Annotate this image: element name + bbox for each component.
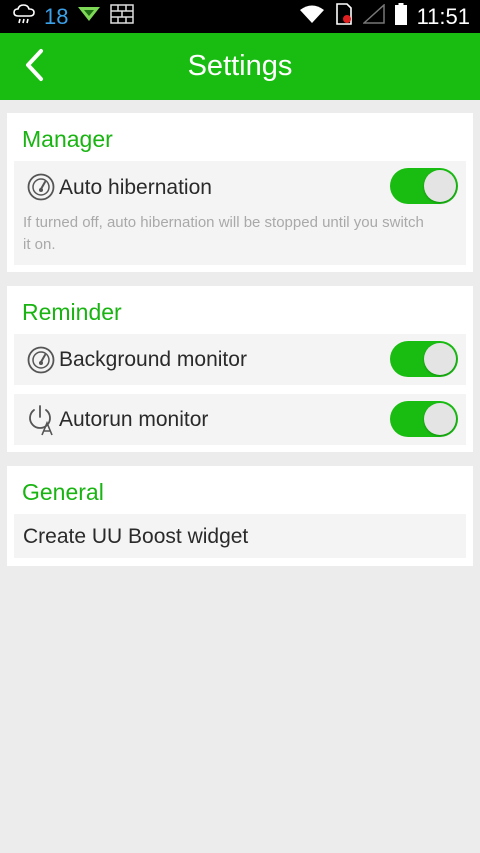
autorun-monitor-row[interactable]: Autorun monitor: [14, 394, 466, 445]
auto-hibernation-hint: If turned off, auto hibernation will be …: [23, 214, 424, 253]
temperature-text: 18: [44, 3, 69, 29]
app-bar: Settings: [0, 33, 480, 100]
weather-cloud-icon: [12, 3, 36, 30]
general-section-title: General: [22, 479, 104, 505]
background-monitor-toggle[interactable]: [390, 341, 458, 377]
signal-icon: [361, 3, 385, 29]
grid-icon: [110, 4, 135, 29]
general-card: General Create UU Boost widget: [7, 466, 473, 566]
manager-card: Manager Auto hibernation If turned off, …: [7, 113, 473, 272]
gauge-icon: [26, 172, 56, 202]
reminder-card: Reminder Background monitor Autorun moni…: [7, 286, 473, 452]
create-widget-label: Create UU Boost widget: [23, 525, 249, 548]
toggle-knob: [424, 403, 456, 435]
status-bar-right: 11:51: [299, 3, 470, 30]
page-title: Settings: [187, 50, 293, 82]
autorun-monitor-label: Autorun monitor: [59, 408, 209, 431]
reminder-section-title: Reminder: [22, 299, 122, 325]
background-monitor-row[interactable]: Background monitor: [14, 334, 466, 385]
status-bar: 18 11:51: [0, 0, 480, 33]
download-icon: [76, 4, 102, 29]
clock-text: 11:51: [416, 3, 470, 29]
toggle-knob: [424, 343, 456, 375]
auto-hibernation-toggle[interactable]: [390, 168, 458, 204]
background-monitor-label: Background monitor: [59, 348, 247, 371]
back-button[interactable]: [14, 47, 54, 87]
auto-hibernation-label: Auto hibernation: [59, 176, 212, 199]
autorun-monitor-toggle[interactable]: [390, 401, 458, 437]
auto-hibernation-row[interactable]: Auto hibernation If turned off, auto hib…: [14, 161, 466, 265]
create-widget-row[interactable]: Create UU Boost widget: [14, 514, 466, 558]
manager-section-title: Manager: [22, 126, 113, 152]
toggle-knob: [424, 170, 456, 202]
gauge-icon: [26, 345, 56, 375]
power-autorun-icon: [26, 404, 56, 436]
battery-icon: [394, 3, 407, 30]
wifi-icon: [299, 4, 325, 29]
sim-icon: [335, 3, 353, 30]
status-bar-left: 18: [12, 3, 135, 30]
chevron-left-icon: [23, 48, 45, 87]
